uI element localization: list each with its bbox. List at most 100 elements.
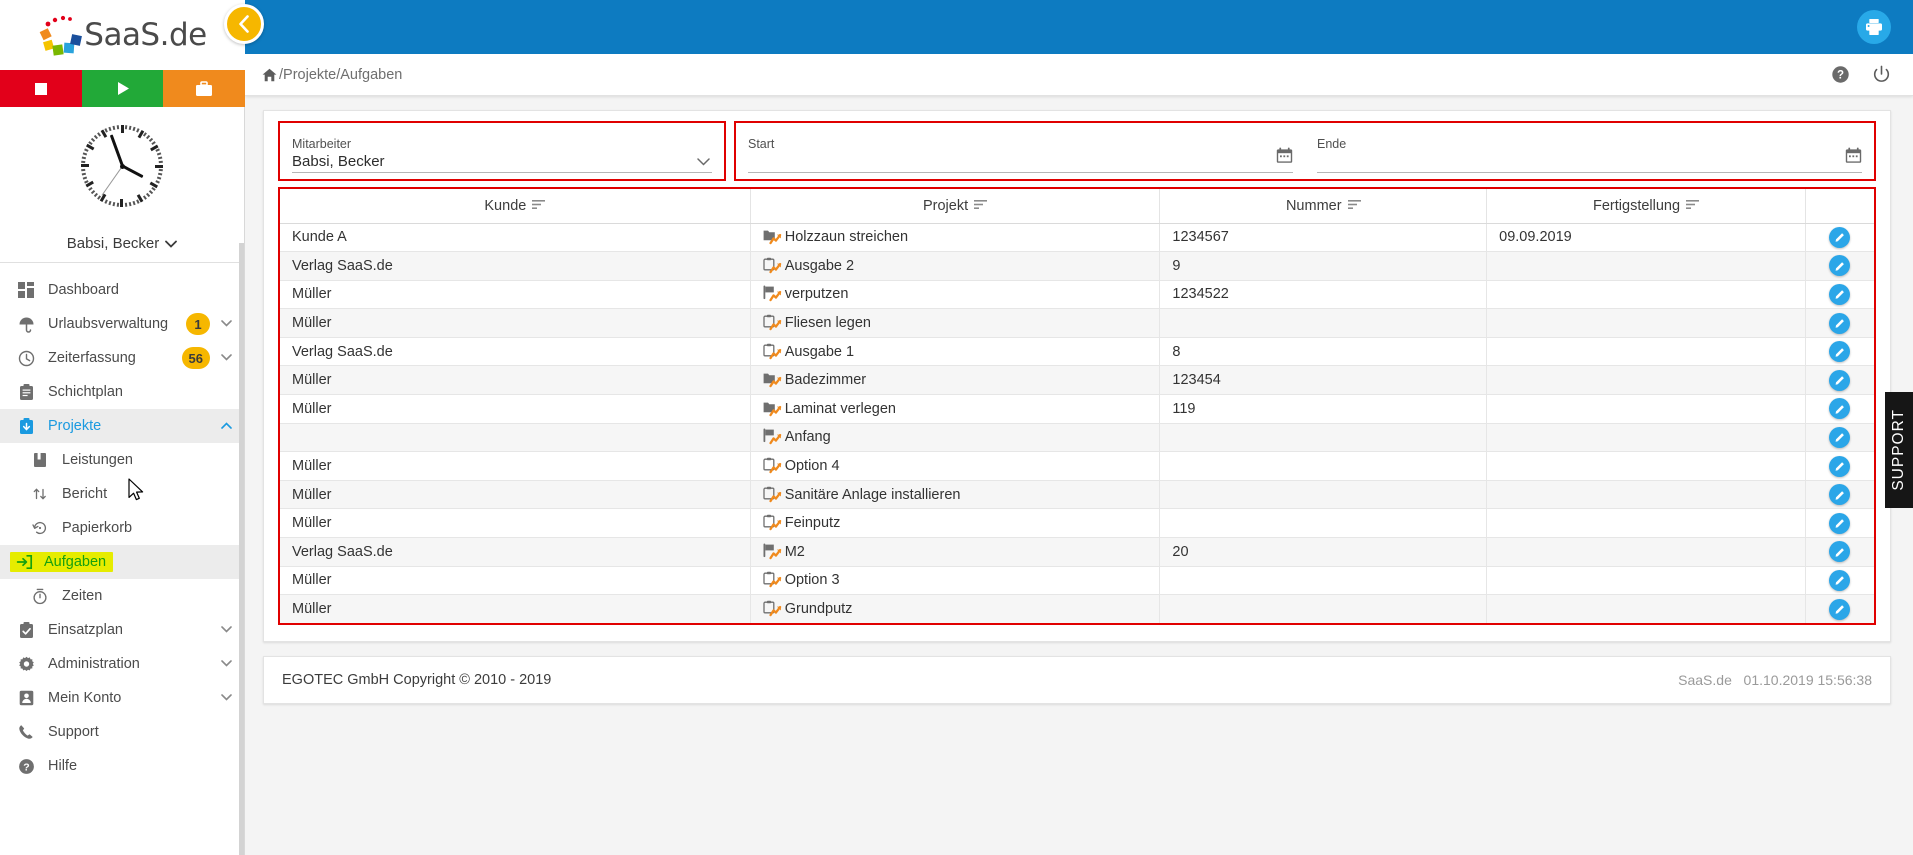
- table-row[interactable]: Kunde A Holzzaun streichen 1234567 09.09.20…: [280, 223, 1874, 253]
- sidebar-item-aufgaben[interactable]: Aufgaben: [0, 545, 244, 579]
- support-tab[interactable]: SUPPORT: [1885, 392, 1913, 508]
- dashboard-icon: [14, 282, 38, 298]
- edit-pencil-icon[interactable]: [1829, 369, 1851, 391]
- chevron-down-icon[interactable]: [697, 155, 710, 169]
- column-header-projekt[interactable]: Projekt: [750, 189, 1161, 224]
- column-header-kunde[interactable]: Kunde: [280, 189, 751, 224]
- table-row[interactable]: Müller verputzen 1234522: [280, 280, 1874, 310]
- table-row[interactable]: Verlag SaaS.de Ausgabe 2 9: [280, 251, 1874, 281]
- table-row[interactable]: Müller Feinputz: [280, 508, 1874, 539]
- end-date-field[interactable]: Ende: [1305, 123, 1874, 179]
- edit-pencil-icon[interactable]: [1829, 455, 1851, 477]
- edit-pencil-icon[interactable]: [1829, 598, 1851, 620]
- sidebar-item-leistungen[interactable]: Leistungen: [0, 443, 244, 477]
- sidebar-item-administration[interactable]: Administration: [0, 647, 244, 681]
- sidebar-item-papierkorb[interactable]: Papierkorb: [0, 511, 244, 545]
- sidebar-item-urlaubsverwaltung[interactable]: Urlaubsverwaltung 1: [0, 307, 244, 341]
- chevron-down-icon: [165, 240, 178, 248]
- sidebar-scrollbar[interactable]: [239, 243, 244, 855]
- main-content: Mitarbeiter Babsi, Becker Start Ende Kun…: [245, 96, 1913, 855]
- edit-pencil-icon[interactable]: [1829, 283, 1851, 305]
- table-row[interactable]: Müller Fliesen legen: [280, 308, 1874, 338]
- stop-button[interactable]: [0, 70, 82, 107]
- employee-value: Babsi, Becker: [292, 153, 385, 170]
- cell-nummer: 8: [1159, 337, 1488, 367]
- column-header-nummer[interactable]: Nummer: [1159, 189, 1488, 224]
- sidebar-item-support[interactable]: Support: [0, 715, 244, 749]
- chevron-down-icon[interactable]: [220, 692, 232, 704]
- home-icon[interactable]: [262, 68, 277, 82]
- app-root: SaaS.de Babsi, Becker Dashboard Urlaubsv…: [0, 0, 1913, 855]
- cell-projekt: Laminat verlegen: [750, 394, 1161, 424]
- cell-fertigstellung: [1486, 537, 1806, 567]
- sidebar-item-hilfe[interactable]: ? Hilfe: [0, 749, 244, 783]
- sidebar-item-einsatzplan[interactable]: Einsatzplan: [0, 613, 244, 647]
- sort-icon[interactable]: [974, 198, 988, 214]
- edit-pencil-icon[interactable]: [1829, 426, 1851, 448]
- sort-icon[interactable]: [1347, 198, 1361, 214]
- table-row[interactable]: Müller Grundputz: [280, 594, 1874, 624]
- user-menu[interactable]: Babsi, Becker: [0, 225, 244, 263]
- edit-pencil-icon[interactable]: [1829, 341, 1851, 363]
- edit-pencil-icon[interactable]: [1829, 226, 1851, 248]
- calendar-icon[interactable]: [1845, 147, 1862, 169]
- edit-pencil-icon[interactable]: [1829, 398, 1851, 420]
- end-label: Ende: [1317, 137, 1347, 151]
- cell-actions: [1805, 251, 1874, 281]
- restore-icon: [28, 520, 52, 536]
- chevron-down-icon[interactable]: [220, 658, 232, 670]
- cell-fertigstellung: [1486, 423, 1806, 453]
- table-row[interactable]: Müller Sanitäre Anlage installieren: [280, 480, 1874, 510]
- help-icon[interactable]: ?: [1831, 65, 1850, 84]
- chevron-down-icon[interactable]: [220, 624, 232, 636]
- sidebar-item-dashboard[interactable]: Dashboard: [0, 273, 244, 307]
- umbrella-icon: [14, 316, 38, 333]
- sidebar-collapse-button[interactable]: [224, 4, 264, 44]
- sidebar-item-bericht[interactable]: Bericht: [0, 477, 244, 511]
- sidebar-item-schichtplan[interactable]: Schichtplan: [0, 375, 244, 409]
- brand-header[interactable]: SaaS.de: [0, 0, 245, 70]
- column-header-fertigstellung[interactable]: Fertigstellung: [1486, 189, 1806, 224]
- edit-pencil-icon[interactable]: [1829, 512, 1851, 534]
- project-button[interactable]: [163, 70, 246, 107]
- sidebar-item-projekte[interactable]: Projekte: [0, 409, 244, 443]
- edit-pencil-icon[interactable]: [1829, 541, 1851, 563]
- print-button[interactable]: [1857, 10, 1891, 44]
- table-row[interactable]: Müller Badezimmer 123454: [280, 365, 1874, 396]
- column-label: Nummer: [1285, 197, 1342, 214]
- sidebar-item-zeiterfassung[interactable]: Zeiterfassung 56: [0, 341, 244, 375]
- edit-pencil-icon[interactable]: [1829, 484, 1851, 506]
- table-row[interactable]: Verlag SaaS.de Ausgabe 1 8: [280, 337, 1874, 367]
- sidebar-item-mein-konto[interactable]: Mein Konto: [0, 681, 244, 715]
- breadcrumb-path[interactable]: /Projekte/Aufgaben: [279, 67, 402, 83]
- employee-select[interactable]: Mitarbeiter Babsi, Becker: [280, 123, 724, 179]
- projekt-label: Option 3: [784, 572, 840, 589]
- cell-projekt: Fliesen legen: [750, 308, 1161, 338]
- cell-actions: [1805, 595, 1874, 624]
- edit-pencil-icon[interactable]: [1829, 255, 1851, 277]
- chevron-up-icon[interactable]: [220, 420, 232, 432]
- sidebar-item-label: Schichtplan: [48, 384, 123, 400]
- edit-pencil-icon[interactable]: [1829, 312, 1851, 334]
- table-row[interactable]: Müller Option 4: [280, 451, 1874, 481]
- cell-fertigstellung: [1486, 594, 1806, 624]
- edit-pencil-icon[interactable]: [1829, 569, 1851, 591]
- checklist-icon: [14, 621, 38, 639]
- sidebar-item-label: Leistungen: [62, 452, 133, 468]
- sort-icon[interactable]: [1686, 198, 1700, 214]
- chevron-down-icon[interactable]: [220, 318, 232, 330]
- footer-app-name: SaaS.de: [1678, 672, 1732, 689]
- projekt-label: Ausgabe 2: [784, 257, 855, 274]
- chevron-down-icon[interactable]: [220, 352, 232, 364]
- power-icon[interactable]: [1872, 65, 1891, 84]
- start-date-field[interactable]: Start: [736, 123, 1305, 179]
- table-row[interactable]: Müller Option 3: [280, 566, 1874, 596]
- sort-icon[interactable]: [532, 198, 546, 214]
- table-row[interactable]: Verlag SaaS.de M2 20: [280, 537, 1874, 567]
- start-button[interactable]: [81, 70, 164, 107]
- sidebar-item-zeiten[interactable]: Zeiten: [0, 579, 244, 613]
- table-row[interactable]: Müller Laminat verlegen 119: [280, 394, 1874, 424]
- calendar-icon[interactable]: [1276, 147, 1293, 169]
- sidebar-item-label: Dashboard: [48, 282, 119, 298]
- table-row[interactable]: Anfang: [280, 423, 1874, 453]
